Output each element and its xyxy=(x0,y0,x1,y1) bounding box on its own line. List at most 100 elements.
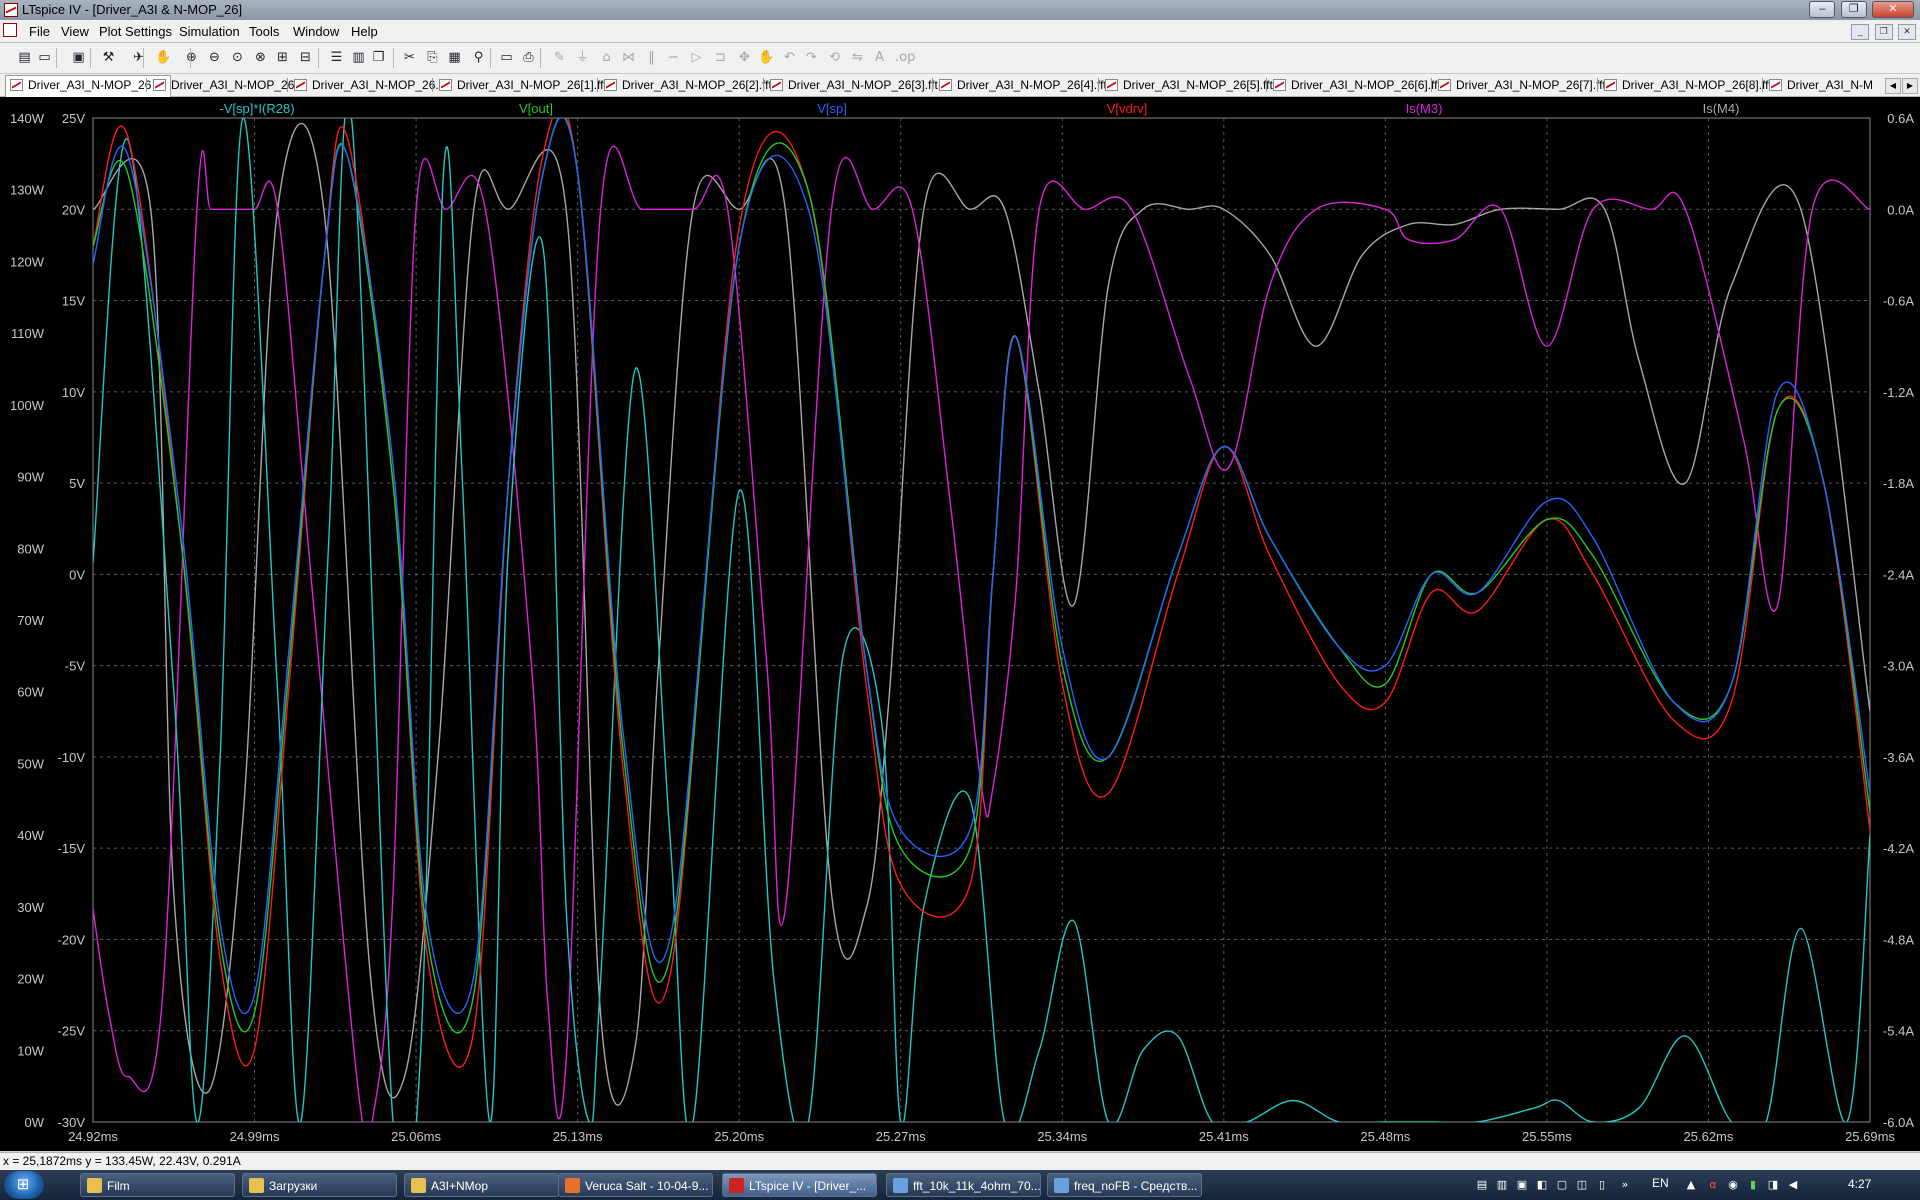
tab-document[interactable]: Driver_A3I_N-MOP_26[2].fft xyxy=(600,76,780,94)
taskbar-item[interactable]: fft_10k_11k_4ohm_70... xyxy=(886,1173,1041,1197)
show-more-icon[interactable]: » xyxy=(1618,1178,1632,1192)
redo-icon[interactable]: ↷ xyxy=(803,49,820,66)
monitor-icon[interactable]: ▢ xyxy=(1555,1178,1569,1192)
taskbar-item[interactable]: Veruca Salt - 10-04-9... xyxy=(558,1173,713,1197)
doc-close-button[interactable]: ✕ xyxy=(1898,24,1916,40)
close-button[interactable]: ✕ xyxy=(1872,1,1914,18)
tab-document[interactable]: Driver_A3I_N-MOP_26[8].fft xyxy=(1600,76,1780,94)
drag-icon[interactable]: ✋ xyxy=(758,49,775,66)
menu-plot-settings[interactable]: Plot Settings xyxy=(99,24,172,39)
waveform-chart[interactable]: 24.92ms 24.99ms 25.06ms 25.13ms 25.20ms 25.27… xyxy=(0,97,1920,1151)
taskbar-item[interactable]: LTspice IV - [Driver_... xyxy=(722,1173,877,1197)
tab-document[interactable]: Driver_A3I_N-MOP_26[4].fft xyxy=(935,76,1115,94)
trace-label[interactable]: V[out] xyxy=(519,101,553,116)
rotate-icon[interactable]: ⟲ xyxy=(826,49,843,66)
tab-document[interactable]: Driver_A3I_N-M xyxy=(1765,76,1917,94)
start-button[interactable]: ⊞ xyxy=(4,1171,44,1199)
component-icon[interactable]: ⊐ xyxy=(712,49,729,66)
move-icon[interactable]: ✥ xyxy=(736,49,753,66)
trace-label[interactable]: Is(M3) xyxy=(1406,101,1443,116)
network-status-icon[interactable]: ◨ xyxy=(1766,1178,1780,1192)
tab-document[interactable]: Driver_A3I_N-MOP_26[5].fft xyxy=(1101,76,1283,94)
network-icon[interactable]: ◧ xyxy=(1535,1178,1549,1192)
trace-label[interactable]: Is(M4) xyxy=(1703,101,1740,116)
menu-simulation[interactable]: Simulation xyxy=(179,24,240,39)
documents-icon[interactable]: ▥ xyxy=(1495,1178,1509,1192)
language-indicator[interactable]: EN xyxy=(1652,1176,1669,1190)
cascade-icon[interactable]: ❐ xyxy=(370,49,387,66)
print-preview-icon[interactable]: ▭ xyxy=(498,49,515,66)
folder-icon[interactable]: ▤ xyxy=(1475,1178,1489,1192)
new-schematic-icon[interactable]: ▤ xyxy=(16,49,33,66)
save-icon[interactable]: ▣ xyxy=(70,49,87,66)
tab-document[interactable]: Driver_A3I_N-MOP_26[1].fft xyxy=(435,76,615,94)
x-tick-label: 25.06ms xyxy=(391,1129,441,1144)
tab-document[interactable]: Driver_A3I_N-MOP_26[7].fft xyxy=(1434,76,1614,94)
capacitor-icon[interactable]: ‖ xyxy=(643,49,660,66)
tray-up-arrow-icon[interactable]: ▲ xyxy=(1684,1178,1698,1192)
cut-icon[interactable]: ✂ xyxy=(401,49,418,66)
tab-document[interactable]: Driver_A3I_N-MOP_26.fft xyxy=(290,76,454,94)
tab-document[interactable]: Driver_A3I_N-MOP_26[6].fft xyxy=(1269,76,1449,94)
series-line--v-sp-i-r28-[interactable] xyxy=(93,102,1870,1151)
mirror-icon[interactable]: ⇋ xyxy=(849,49,866,66)
run-icon[interactable]: ✈ xyxy=(130,49,147,66)
menu-window[interactable]: Window xyxy=(293,24,339,39)
control-panel-icon[interactable]: ⚒ xyxy=(100,49,117,66)
minimize-button[interactable]: – xyxy=(1809,1,1836,18)
document-menu-icon[interactable] xyxy=(3,23,17,37)
copy-icon[interactable]: ⎘ xyxy=(424,49,441,66)
text-icon[interactable]: A xyxy=(871,49,888,66)
series-line-is-m3-[interactable] xyxy=(93,145,1870,1144)
taskbar-item[interactable]: A3I+NMop xyxy=(404,1173,559,1197)
resistor-icon[interactable]: ⋈ xyxy=(620,49,637,66)
device-icon[interactable]: ◫ xyxy=(1575,1178,1589,1192)
zoom-out-icon[interactable]: ⊖ xyxy=(206,49,223,66)
undo-icon[interactable]: ↶ xyxy=(781,49,798,66)
menu-view[interactable]: View xyxy=(61,24,89,39)
ground-icon[interactable]: ⏚ xyxy=(574,49,591,66)
open-icon[interactable]: ▭ xyxy=(36,49,53,66)
zoom-in-icon[interactable]: ⊕ xyxy=(183,49,200,66)
autoscale-icon[interactable]: ⊞ xyxy=(274,49,291,66)
tab-document[interactable]: Driver_A3I_N-MOP_26 xyxy=(149,76,306,94)
menu-tools[interactable]: Tools xyxy=(249,24,279,39)
trace-label[interactable]: V[vdrv] xyxy=(1107,101,1147,116)
trace-label[interactable]: V[sp] xyxy=(817,101,847,116)
spice-directive-icon[interactable]: .op xyxy=(895,49,915,66)
clock[interactable]: 4:27 xyxy=(1848,1177,1871,1191)
maximize-button[interactable]: ❐ xyxy=(1840,1,1867,18)
menu-file[interactable]: File xyxy=(29,24,50,39)
y-tick-label-power: 40W xyxy=(17,828,44,843)
tab-label: Driver_A3I_N-MOP_26[4].fft xyxy=(957,78,1107,92)
zoom-cancel-icon[interactable]: ⊗ xyxy=(252,49,269,66)
battery-icon[interactable]: ▮ xyxy=(1746,1178,1760,1192)
taskbar-item[interactable]: Загрузки xyxy=(242,1173,397,1197)
label-icon[interactable]: ⌂ xyxy=(598,49,615,66)
display-icon[interactable]: ▣ xyxy=(1515,1178,1529,1192)
globe-icon[interactable]: ◉ xyxy=(1726,1178,1740,1192)
trace-label[interactable]: -V[sp]*I(R28) xyxy=(219,101,294,116)
doc-minimize-button[interactable]: _ xyxy=(1851,24,1870,40)
tile-horizontal-icon[interactable]: ☰ xyxy=(328,49,345,66)
zoom-full-icon[interactable]: ⊙ xyxy=(229,49,246,66)
find-icon[interactable]: ⚲ xyxy=(470,49,487,66)
taskbar-item[interactable]: Film xyxy=(80,1173,235,1197)
paste-icon[interactable]: ▦ xyxy=(446,49,463,66)
tile-vertical-icon[interactable]: ▥ xyxy=(350,49,367,66)
volume-icon[interactable]: ◀ xyxy=(1786,1178,1800,1192)
doc-restore-button[interactable]: ❐ xyxy=(1874,24,1893,40)
taskbar-item[interactable]: freq_noFB - Средств... xyxy=(1047,1173,1202,1197)
add-trace-icon[interactable]: ⊟ xyxy=(297,49,314,66)
inductor-icon[interactable]: ∽ xyxy=(665,49,682,66)
usb-icon[interactable]: ▯ xyxy=(1595,1178,1609,1192)
diode-icon[interactable]: ▷ xyxy=(688,49,705,66)
taskbar-item-label: Veruca Salt - 10-04-9... xyxy=(585,1179,709,1193)
antivirus-icon[interactable]: α xyxy=(1706,1178,1720,1192)
waveform-plot-pane[interactable]: 24.92ms 24.99ms 25.06ms 25.13ms 25.20ms 25.27… xyxy=(0,97,1920,1151)
halt-icon[interactable]: ✋ xyxy=(155,49,172,66)
menu-help[interactable]: Help xyxy=(351,24,378,39)
wire-icon[interactable]: ✎ xyxy=(551,49,568,66)
print-icon[interactable]: ⎙ xyxy=(520,49,537,66)
tab-document[interactable]: Driver_A3I_N-MOP_26[3].fft xyxy=(766,76,950,94)
